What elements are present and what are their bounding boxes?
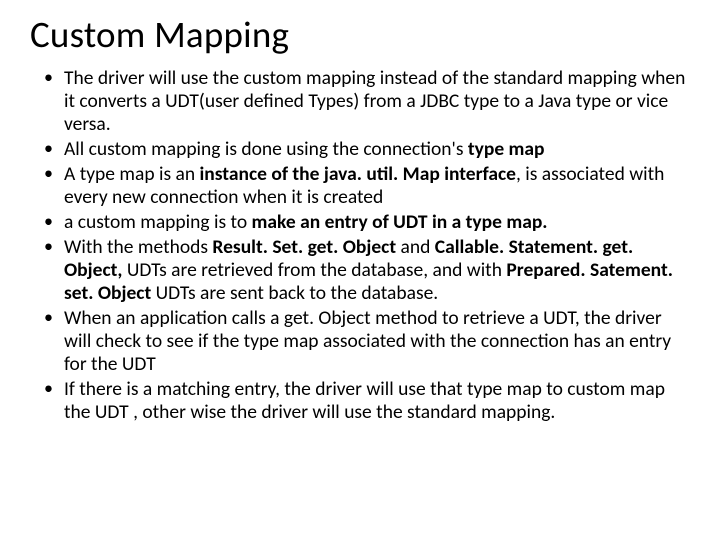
slide-title: Custom Mapping xyxy=(30,12,690,57)
list-item: The driver will use the custom mapping i… xyxy=(64,67,690,136)
list-item: With the methods Result. Set. get. Objec… xyxy=(64,236,690,305)
bullet-list: The driver will use the custom mapping i… xyxy=(30,67,690,424)
list-item: If there is a matching entry, the driver… xyxy=(64,378,690,424)
list-item: All custom mapping is done using the con… xyxy=(64,138,690,161)
list-item: When an application calls a get. Object … xyxy=(64,307,690,376)
list-item: A type map is an instance of the java. u… xyxy=(64,163,690,209)
slide: Custom Mapping The driver will use the c… xyxy=(0,0,720,540)
list-item: a custom mapping is to make an entry of … xyxy=(64,211,690,234)
